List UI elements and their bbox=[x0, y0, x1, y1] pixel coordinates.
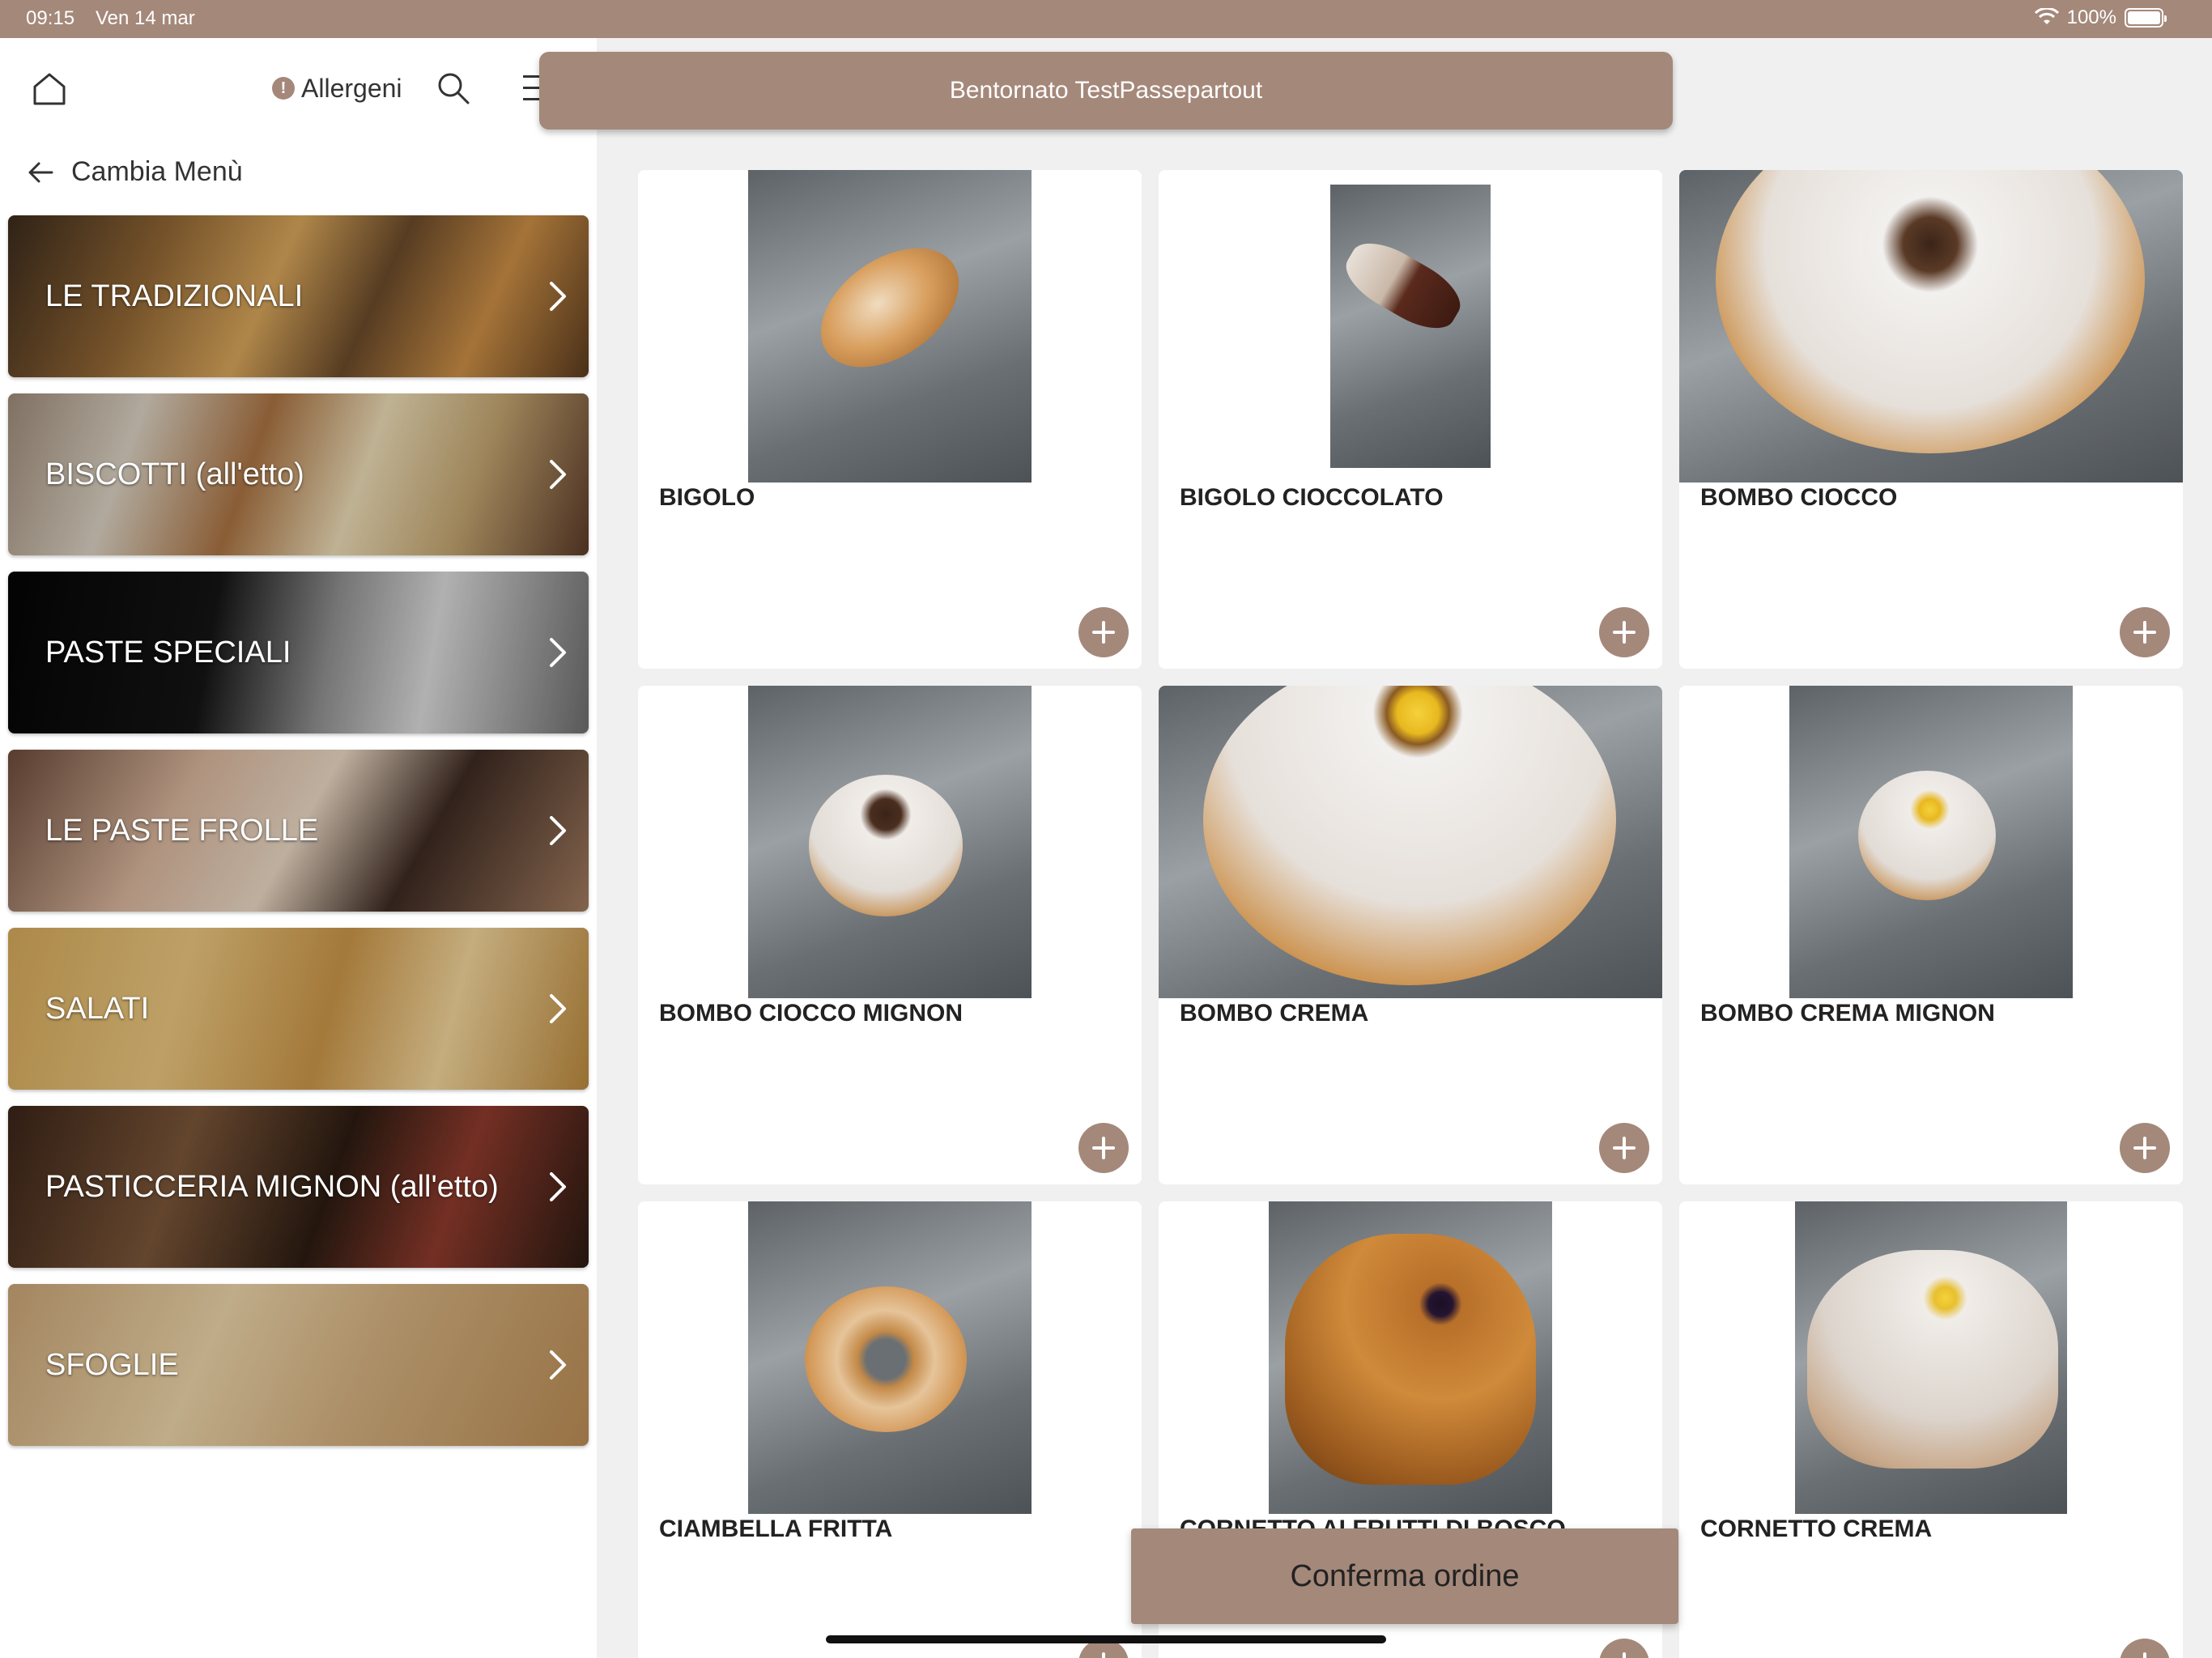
confirm-order-button[interactable]: Conferma ordine bbox=[1131, 1528, 1678, 1624]
wifi-icon bbox=[2034, 8, 2059, 24]
add-button[interactable] bbox=[2120, 1639, 2170, 1658]
product-name: BOMBO CIOCCO MIGNON bbox=[659, 1000, 963, 1027]
status-bar: 09:15 Ven 14 mar 100% bbox=[0, 0, 2212, 38]
status-time: 09:15 bbox=[26, 7, 75, 29]
plus-icon bbox=[1623, 1652, 1626, 1658]
product-card[interactable]: CORNETTO CREMA bbox=[1679, 1201, 2183, 1658]
status-date: Ven 14 mar bbox=[96, 7, 195, 29]
product-name: BIGOLO bbox=[659, 484, 755, 511]
change-menu-label: Cambia Menù bbox=[71, 156, 243, 187]
product-photo bbox=[1789, 686, 2073, 998]
product-card[interactable]: BOMBO CREMA MIGNON bbox=[1679, 686, 2183, 1184]
product-name: BIGOLO CIOCCOLATO bbox=[1180, 484, 1444, 511]
battery-icon bbox=[2125, 8, 2167, 28]
chevron-right-icon bbox=[550, 282, 566, 311]
battery-percent: 100% bbox=[2066, 6, 2116, 28]
product-card[interactable]: BIGOLO bbox=[638, 170, 1142, 669]
change-menu-link[interactable]: Cambia Menù bbox=[28, 156, 243, 188]
allergeni-button[interactable]: ! Allergeni bbox=[272, 72, 402, 104]
category-item[interactable]: PASTE SPECIALI bbox=[8, 572, 589, 733]
add-button[interactable] bbox=[1078, 1123, 1129, 1173]
category-label: LE PASTE FROLLE bbox=[45, 814, 319, 848]
chevron-right-icon bbox=[550, 460, 566, 489]
product-name: CORNETTO CREMA bbox=[1700, 1516, 1933, 1542]
sidebar-toolbar: ! Allergeni bbox=[0, 38, 597, 135]
product-photo bbox=[1330, 185, 1491, 468]
category-item[interactable]: SALATI bbox=[8, 928, 589, 1090]
category-item[interactable]: SFOGLIE bbox=[8, 1284, 589, 1446]
chevron-right-icon bbox=[550, 1350, 566, 1380]
add-button[interactable] bbox=[1078, 607, 1129, 657]
chevron-right-icon bbox=[550, 994, 566, 1023]
chevron-right-icon bbox=[550, 816, 566, 845]
category-item[interactable]: BISCOTTI (all'etto) bbox=[8, 393, 589, 555]
product-card[interactable]: CIAMBELLA FRITTA bbox=[638, 1201, 1142, 1658]
home-icon[interactable] bbox=[31, 70, 68, 108]
product-name: CIAMBELLA FRITTA bbox=[659, 1516, 893, 1542]
category-item[interactable]: LE TRADIZIONALI bbox=[8, 215, 589, 377]
plus-icon bbox=[2143, 1652, 2146, 1658]
category-label: LE TRADIZIONALI bbox=[45, 279, 304, 313]
add-button[interactable] bbox=[1599, 1123, 1649, 1173]
allergeni-label: Allergeni bbox=[301, 73, 402, 103]
home-indicator[interactable] bbox=[826, 1635, 1386, 1643]
product-photo bbox=[1159, 686, 1662, 998]
product-photo bbox=[748, 170, 1032, 483]
add-button[interactable] bbox=[2120, 1123, 2170, 1173]
product-photo bbox=[1269, 1201, 1552, 1514]
product-card[interactable]: BOMBO CIOCCO bbox=[1679, 170, 2183, 669]
sidebar: ! Allergeni Cambia Menù LE TRADIZIONALI … bbox=[0, 38, 597, 1658]
product-card[interactable]: BOMBO CREMA bbox=[1159, 686, 1662, 1184]
plus-icon bbox=[2133, 621, 2156, 644]
product-photo bbox=[1795, 1201, 2067, 1514]
welcome-banner: Bentornato TestPassepartout bbox=[539, 52, 1673, 130]
product-grid: BIGOLO BIGOLO CIOCCOLATO BOMBO CIOCCO BO… bbox=[638, 170, 2183, 1658]
search-icon[interactable] bbox=[436, 70, 471, 106]
add-button[interactable] bbox=[2120, 607, 2170, 657]
plus-icon bbox=[1092, 621, 1115, 644]
plus-icon bbox=[1613, 621, 1636, 644]
category-label: SALATI bbox=[45, 992, 150, 1026]
category-item[interactable]: PASTICCERIA MIGNON (all'etto) bbox=[8, 1106, 589, 1268]
product-photo bbox=[748, 686, 1032, 998]
alert-icon: ! bbox=[272, 77, 295, 100]
category-label: PASTE SPECIALI bbox=[45, 636, 291, 670]
category-label: BISCOTTI (all'etto) bbox=[45, 457, 304, 491]
chevron-right-icon bbox=[550, 638, 566, 667]
product-photo bbox=[748, 1201, 1032, 1514]
add-button[interactable] bbox=[1599, 607, 1649, 657]
chevron-right-icon bbox=[550, 1172, 566, 1201]
product-name: BOMBO CREMA MIGNON bbox=[1700, 1000, 1995, 1027]
plus-icon bbox=[1613, 1137, 1636, 1159]
plus-icon bbox=[1102, 1652, 1105, 1658]
plus-icon bbox=[2133, 1137, 2156, 1159]
category-label: SFOGLIE bbox=[45, 1348, 179, 1382]
plus-icon bbox=[1092, 1137, 1115, 1159]
product-card[interactable]: BIGOLO CIOCCOLATO bbox=[1159, 170, 1662, 669]
status-right: 100% bbox=[2034, 6, 2167, 29]
product-card[interactable]: BOMBO CIOCCO MIGNON bbox=[638, 686, 1142, 1184]
category-item[interactable]: LE PASTE FROLLE bbox=[8, 750, 589, 912]
arrow-left-icon bbox=[28, 162, 53, 182]
product-photo bbox=[1679, 170, 2183, 483]
add-button[interactable] bbox=[1599, 1639, 1649, 1658]
product-name: BOMBO CREMA bbox=[1180, 1000, 1369, 1027]
product-name: BOMBO CIOCCO bbox=[1700, 484, 1898, 511]
category-label: PASTICCERIA MIGNON (all'etto) bbox=[45, 1170, 499, 1204]
category-list: LE TRADIZIONALI BISCOTTI (all'etto) PAST… bbox=[8, 215, 589, 1462]
